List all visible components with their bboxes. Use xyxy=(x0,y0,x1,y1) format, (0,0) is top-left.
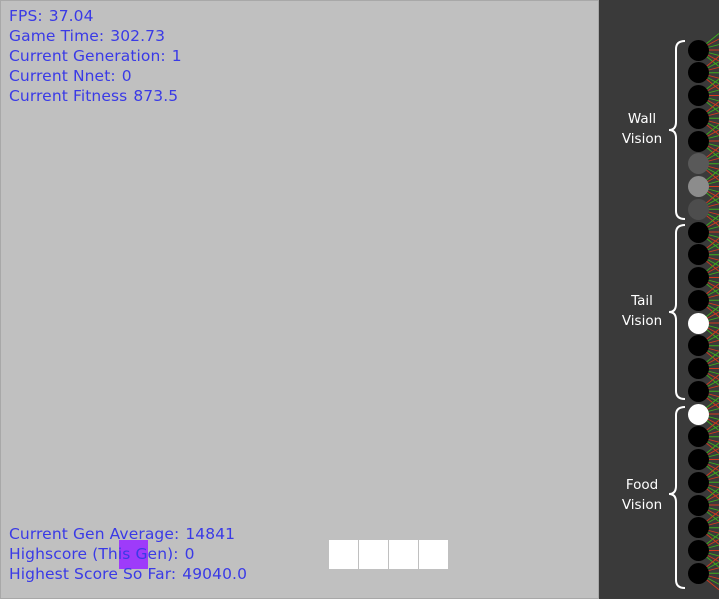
fps-readout: FPS: 37.04 xyxy=(9,6,94,26)
input-neuron xyxy=(688,267,709,288)
game-time-value: 302.73 xyxy=(110,27,166,45)
game-time-readout: Game Time: 302.73 xyxy=(9,26,165,46)
snake-segment xyxy=(359,540,388,569)
tail-vision-label-line1: Tail xyxy=(631,293,653,309)
fps-value: 37.04 xyxy=(48,7,94,25)
input-neuron xyxy=(688,540,709,561)
highscore-gen-readout: Highscore (This Gen): 0 xyxy=(9,544,195,564)
fps-label: FPS: xyxy=(9,7,43,25)
input-neuron xyxy=(688,494,709,516)
wall-vision-label-line1: Wall xyxy=(627,111,657,127)
highscore-gen-value: 0 xyxy=(184,545,195,563)
input-neuron xyxy=(688,312,709,334)
input-neuron xyxy=(688,358,709,379)
game-time-label: Game Time: xyxy=(9,27,105,45)
input-neuron xyxy=(688,130,709,152)
wall-vision-label: Wall Vision xyxy=(609,109,675,149)
tail-vision-label: Tail Vision xyxy=(609,291,675,331)
input-neuron xyxy=(688,449,709,470)
snake-segment xyxy=(329,540,358,569)
fitness-readout: Current Fitness 873.5 xyxy=(9,86,178,106)
food-vision-label-line2: Vision xyxy=(621,497,663,513)
fitness-value: 873.5 xyxy=(133,87,179,105)
input-neuron xyxy=(688,380,709,402)
gen-average-readout: Current Gen Average: 14841 xyxy=(9,524,235,544)
input-neuron xyxy=(688,107,709,129)
input-neuron xyxy=(688,85,709,106)
highscore-gen-label: Highscore (This Gen): xyxy=(9,545,179,563)
highest-score-label: Highest Score So Far: xyxy=(9,565,177,583)
input-neuron xyxy=(688,221,709,243)
snake-segment xyxy=(419,540,448,569)
game-window: FPS: 37.04 Game Time: 302.73 Current Gener… xyxy=(0,0,719,599)
food-vision-label: Food Vision xyxy=(609,475,675,515)
fitness-label: Current Fitness xyxy=(9,87,128,105)
input-neuron xyxy=(688,176,709,197)
gen-average-value: 14841 xyxy=(185,525,236,543)
input-neuron xyxy=(688,403,709,425)
input-neuron xyxy=(688,562,709,584)
gen-average-label: Current Gen Average: xyxy=(9,525,180,543)
input-neuron xyxy=(688,198,709,220)
food-vision-label-line1: Food xyxy=(625,477,659,493)
game-board: FPS: 37.04 Game Time: 302.73 Current Gener… xyxy=(0,0,599,599)
input-neuron xyxy=(688,471,709,493)
neural-net-panel: Wall Vision Tail Vision Food Vision xyxy=(599,0,719,599)
nnet-label: Current Nnet: xyxy=(9,67,116,85)
input-neuron xyxy=(688,39,709,61)
highest-score-value: 49040.0 xyxy=(182,565,248,583)
generation-label: Current Generation: xyxy=(9,47,166,65)
snake-segment xyxy=(389,540,418,569)
generation-readout: Current Generation: 1 xyxy=(9,46,182,66)
highest-score-readout: Highest Score So Far: 49040.0 xyxy=(9,564,247,584)
wall-vision-label-line2: Vision xyxy=(621,131,663,147)
nnet-value: 0 xyxy=(121,67,132,85)
nnet-readout: Current Nnet: 0 xyxy=(9,66,132,86)
tail-vision-label-line2: Vision xyxy=(621,313,663,329)
input-neuron xyxy=(688,289,709,311)
generation-value: 1 xyxy=(171,47,182,65)
